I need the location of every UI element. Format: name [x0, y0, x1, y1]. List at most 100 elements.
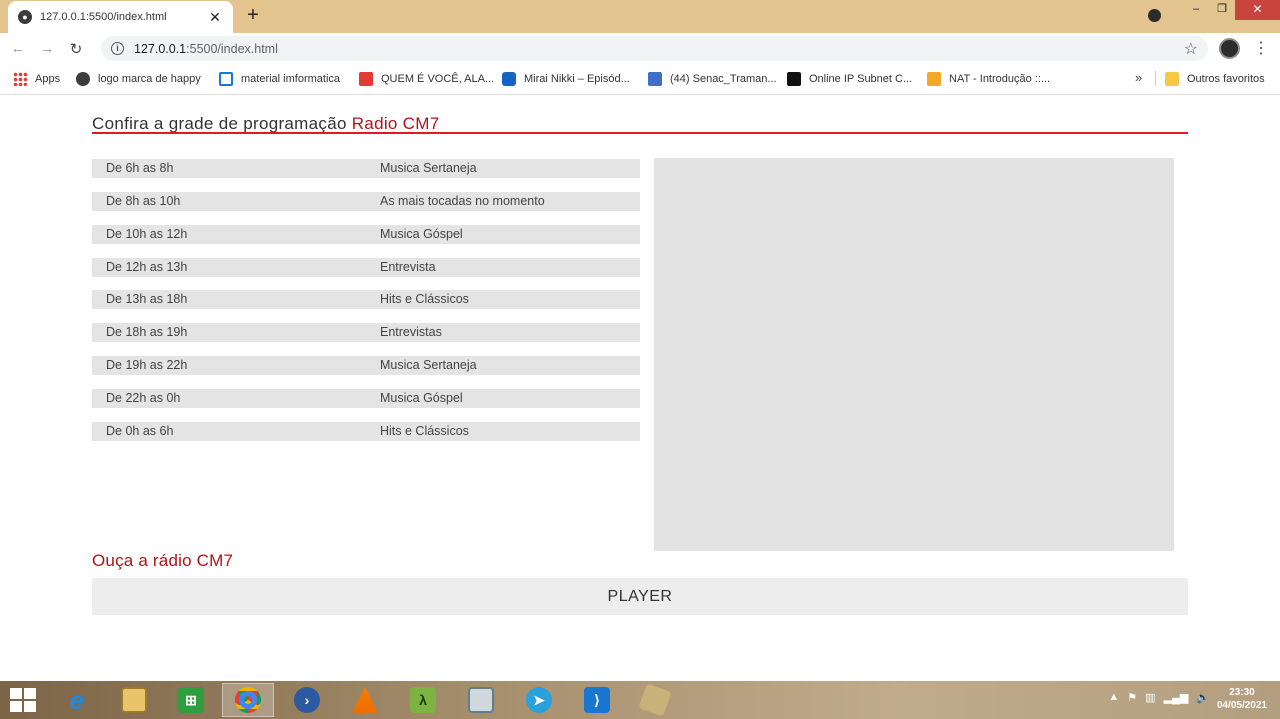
schedule-row: De 10h as 12h Musica Góspel: [92, 225, 640, 244]
schedule-row: De 6h as 8h Musica Sertaneja: [92, 159, 640, 178]
back-button[interactable]: ←: [7, 40, 29, 57]
doc-icon: [219, 72, 233, 86]
clock-time: 23:30: [1229, 687, 1255, 698]
schedule-show: Musica Góspel: [380, 391, 463, 405]
schedule-show: As mais tocadas no momento: [380, 194, 545, 208]
taskbar-store[interactable]: ⊞: [165, 683, 217, 717]
schedule-time: De 8h as 10h: [106, 194, 181, 208]
schedule-time: De 22h as 0h: [106, 391, 181, 405]
bookmark-mirai-nikki[interactable]: Mirai Nikki – Episód...: [502, 71, 630, 87]
taskbar-ie[interactable]: e: [51, 683, 103, 717]
schedule-time: De 0h as 6h: [106, 424, 174, 438]
store-icon: ⊞: [178, 687, 204, 713]
url-text: 127.0.0.1:5500/index.html: [134, 41, 278, 56]
minimize-button[interactable]: –: [1183, 0, 1209, 20]
tab-strip: ● 127.0.0.1:5500/index.html ✕ + – ❐ ✕: [0, 0, 1280, 33]
network-icon[interactable]: ▥: [1145, 691, 1155, 704]
schedule-time: De 13h as 18h: [106, 292, 188, 306]
image-placeholder: [654, 158, 1174, 551]
powershell-icon: ›: [294, 687, 320, 713]
restore-button[interactable]: ❐: [1209, 0, 1235, 20]
chat-icon: [648, 72, 662, 86]
media-control-icon[interactable]: [1148, 9, 1161, 22]
schedule-show: Entrevista: [380, 260, 436, 274]
taskbar-app[interactable]: [629, 683, 681, 717]
page-title: Confira a grade de programação Radio CM7: [92, 114, 440, 133]
system-tray: ▲ ⚑ ▥ ▂▄▆ 🔈: [1108, 691, 1210, 704]
show-hidden-icons[interactable]: ▲: [1108, 691, 1119, 704]
schedule-show: Entrevistas: [380, 325, 442, 339]
bookmarks-divider: [1155, 71, 1156, 86]
taskbar-telegram[interactable]: ➤: [513, 683, 565, 717]
play-icon: [502, 72, 516, 86]
browser-toolbar: ← → ↻ i 127.0.0.1:5500/index.html ☆: [0, 33, 1280, 64]
internet-explorer-icon: e: [69, 684, 85, 715]
bookmark-nat[interactable]: NAT - Introdução ::...: [927, 71, 1050, 87]
schedule-time: De 19h as 22h: [106, 358, 188, 372]
bookmark-apps[interactable]: Apps: [13, 71, 60, 87]
site-info-icon[interactable]: i: [111, 42, 124, 55]
bookmark-senac[interactable]: (44) Senac_Traman...: [648, 71, 777, 87]
taskbar-monitor[interactable]: [455, 683, 507, 717]
chrome-icon: [235, 687, 261, 713]
volume-icon[interactable]: 🔈: [1196, 691, 1210, 704]
bookmark-star-icon[interactable]: ☆: [1184, 39, 1198, 59]
profile-avatar[interactable]: [1219, 38, 1240, 59]
forward-button[interactable]: →: [36, 40, 58, 57]
schedule-row: De 8h as 10h As mais tocadas no momento: [92, 192, 640, 211]
generic-app-icon: [638, 683, 672, 717]
schedule-row: De 13h as 18h Hits e Clássicos: [92, 290, 640, 309]
globe-icon: [76, 72, 90, 86]
subnet-icon: [787, 72, 801, 86]
schedule-time: De 18h as 19h: [106, 325, 188, 339]
apps-grid-icon: [13, 72, 27, 86]
pdf-icon: [359, 72, 373, 86]
listen-heading: Ouça a rádio CM7: [92, 551, 234, 570]
taskbar-vlc[interactable]: [339, 683, 391, 717]
taskbar: e ⊞ › λ ➤ ⟩ ▲ ⚑ ▥ ▂▄▆ 🔈 23:30 04/05/2021: [0, 681, 1280, 719]
reload-button[interactable]: ↻: [65, 40, 87, 58]
schedule-show: Musica Sertaneja: [380, 358, 477, 372]
schedule-show: Hits e Clássicos: [380, 424, 469, 438]
window-controls: – ❐ ✕: [1148, 0, 1280, 22]
resource-monitor-icon: [468, 687, 494, 713]
bookmark-logo-marca[interactable]: logo marca de happy: [76, 71, 201, 87]
address-bar[interactable]: i 127.0.0.1:5500/index.html ☆: [101, 36, 1208, 61]
flag-icon[interactable]: ⚑: [1127, 691, 1137, 704]
bookmark-subnet[interactable]: Online IP Subnet C...: [787, 71, 912, 87]
schedule-time: De 12h as 13h: [106, 260, 188, 274]
signal-icon[interactable]: ▂▄▆: [1164, 691, 1189, 704]
bookmark-quem-e-voce[interactable]: QUEM É VOCÊ, ALA...: [359, 71, 494, 87]
taskbar-explorer[interactable]: [108, 683, 160, 717]
other-bookmarks[interactable]: Outros favoritos: [1165, 71, 1265, 87]
schedule-time: De 6h as 8h: [106, 161, 174, 175]
clock-date: 04/05/2021: [1216, 700, 1267, 711]
schedule-row: De 19h as 22h Musica Sertaneja: [92, 356, 640, 375]
close-tab-icon[interactable]: ✕: [207, 9, 223, 26]
clock[interactable]: 23:30 04/05/2021: [1217, 686, 1267, 712]
taskbar-lambda[interactable]: λ: [397, 683, 449, 717]
vlc-icon: [352, 687, 378, 713]
globe-icon: ●: [18, 10, 32, 24]
taskbar-chrome[interactable]: [222, 683, 274, 717]
nat-icon: [927, 72, 941, 86]
windows-start-icon[interactable]: [10, 688, 36, 712]
vscode-icon: ⟩: [584, 687, 610, 713]
radio-player[interactable]: PLAYER: [92, 578, 1188, 615]
bookmarks-overflow-button[interactable]: »: [1135, 70, 1142, 85]
close-window-button[interactable]: ✕: [1235, 0, 1280, 20]
schedule-time: De 10h as 12h: [106, 227, 188, 241]
file-explorer-icon: [121, 687, 147, 713]
schedule-show: Musica Góspel: [380, 227, 463, 241]
browser-menu-icon[interactable]: ⋮: [1253, 38, 1269, 58]
bookmark-material[interactable]: material imformatica: [219, 71, 340, 87]
new-tab-button[interactable]: +: [242, 4, 264, 27]
taskbar-powershell[interactable]: ›: [281, 683, 333, 717]
browser-tab[interactable]: ● 127.0.0.1:5500/index.html ✕: [8, 1, 233, 33]
tab-title: 127.0.0.1:5500/index.html: [40, 11, 167, 23]
taskbar-vscode[interactable]: ⟩: [571, 683, 623, 717]
folder-icon: [1165, 72, 1179, 86]
schedule-row: De 0h as 6h Hits e Clássicos: [92, 422, 640, 441]
telegram-icon: ➤: [526, 687, 552, 713]
title-divider: [92, 132, 1188, 134]
